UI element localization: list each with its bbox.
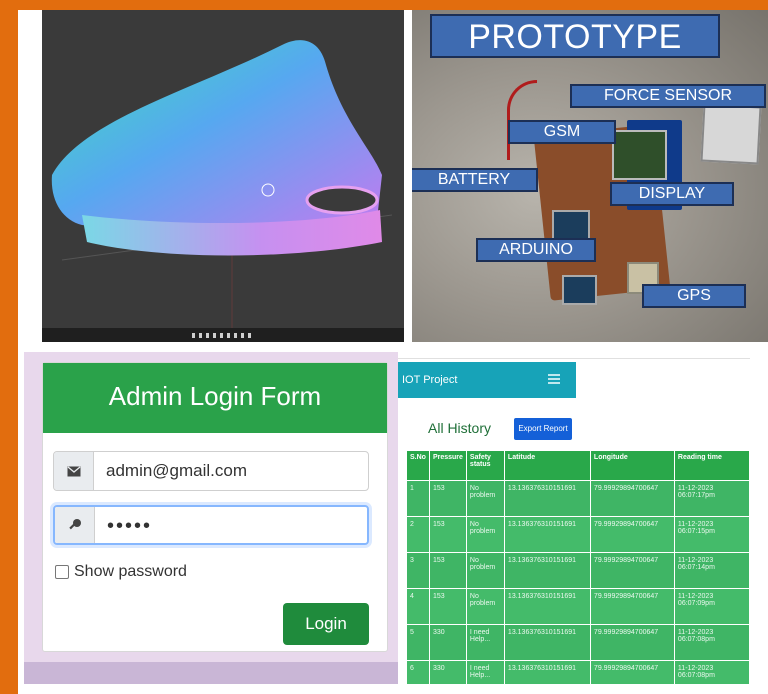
- cell: I need Help...: [465, 624, 505, 661]
- email-field[interactable]: admin@gmail.com: [53, 451, 369, 491]
- cell: 5: [406, 624, 430, 661]
- shoe-model-image: [51, 40, 393, 330]
- prototype-photo-panel: PROTOTYPE FORCE SENSOR GSM BATTERY DISPL…: [412, 10, 768, 342]
- cell: 13.136376310151691: [503, 624, 591, 661]
- cell: 330: [428, 660, 467, 684]
- cell: 153: [428, 588, 467, 625]
- table-header-row: S.No Pressure Safety status Latitude Lon…: [406, 450, 750, 481]
- col-longitude: Longitude: [589, 450, 675, 481]
- login-title: Admin Login Form: [43, 363, 387, 433]
- wifi-chip-image: [562, 275, 597, 305]
- login-page-footer: [24, 662, 400, 684]
- cell: 13.136376310151691: [503, 660, 591, 684]
- email-value: admin@gmail.com: [106, 461, 248, 480]
- timeline-bar[interactable]: [42, 328, 404, 342]
- label-force-sensor: FORCE SENSOR: [570, 84, 766, 108]
- cell: 79.99929894700647: [589, 552, 675, 589]
- cell: 11-12-2023 06:07:08pm: [673, 660, 750, 684]
- cell: 79.99929894700647: [589, 624, 675, 661]
- label-display: DISPLAY: [610, 182, 734, 206]
- cell: No problem: [465, 516, 505, 553]
- cell: 3: [406, 552, 430, 589]
- cell: 11-12-2023 06:07:15pm: [673, 516, 750, 553]
- login-panel: Admin Login Form admin@gmail.com ••••• S…: [24, 352, 400, 684]
- cell: 79.99929894700647: [589, 480, 675, 517]
- timeline-ticks: [192, 333, 252, 338]
- cell: 13.136376310151691: [503, 480, 591, 517]
- label-battery: BATTERY: [412, 168, 538, 192]
- label-gsm: GSM: [508, 120, 616, 144]
- password-value: •••••: [107, 515, 153, 537]
- cell: 1: [406, 480, 430, 517]
- iot-history-panel: IOT Project All History Export Report S.…: [398, 350, 750, 684]
- cell: 11-12-2023 06:07:14pm: [673, 552, 750, 589]
- shoe-render-panel: [42, 10, 404, 342]
- key-icon: [55, 507, 95, 543]
- show-password-label: Show password: [74, 563, 187, 580]
- cell: 153: [428, 516, 467, 553]
- cell: 79.99929894700647: [589, 516, 675, 553]
- col-reading-time: Reading time: [673, 450, 750, 481]
- cell: 330: [428, 624, 467, 661]
- cell: 6: [406, 660, 430, 684]
- display-module-image: [612, 130, 667, 180]
- col-pressure: Pressure: [428, 450, 467, 481]
- cell: 2: [406, 516, 430, 553]
- cell: I need Help...: [465, 660, 505, 684]
- cell: 153: [428, 480, 467, 517]
- history-table: S.No Pressure Safety status Latitude Lon…: [406, 450, 750, 684]
- cell: 13.136376310151691: [503, 588, 591, 625]
- envelope-icon: [54, 452, 94, 490]
- password-field[interactable]: •••••: [53, 505, 369, 545]
- cell: 11-12-2023 06:07:17pm: [673, 480, 750, 517]
- cell: No problem: [465, 552, 505, 589]
- login-button[interactable]: Login: [283, 603, 369, 645]
- force-sensor-image: [700, 103, 762, 165]
- col-safety-status: Safety status: [465, 450, 505, 481]
- cell: No problem: [465, 588, 505, 625]
- iot-nav-title[interactable]: IOT Project: [402, 374, 457, 386]
- prototype-title: PROTOTYPE: [430, 14, 720, 58]
- label-gps: GPS: [642, 284, 746, 308]
- top-divider: [398, 358, 750, 359]
- table-row: 3 153 No problem 13.136376310151691 79.9…: [406, 552, 750, 589]
- cell: 13.136376310151691: [503, 552, 591, 589]
- col-sno: S.No: [406, 450, 430, 481]
- export-report-button[interactable]: Export Report: [514, 418, 572, 440]
- table-row: 2 153 No problem 13.136376310151691 79.9…: [406, 516, 750, 553]
- cell: 11-12-2023 06:07:08pm: [673, 624, 750, 661]
- cell: 13.136376310151691: [503, 516, 591, 553]
- table-row: 1 153 No problem 13.136376310151691 79.9…: [406, 480, 750, 517]
- history-title: All History: [428, 420, 492, 436]
- table-row: 6 330 I need Help... 13.136376310151691 …: [406, 660, 750, 684]
- table-row: 5 330 I need Help... 13.136376310151691 …: [406, 624, 750, 661]
- login-card: Admin Login Form admin@gmail.com ••••• S…: [42, 362, 388, 652]
- show-password-checkbox[interactable]: [55, 565, 69, 579]
- cell: 11-12-2023 06:07:09pm: [673, 588, 750, 625]
- table-row: 4 153 No problem 13.136376310151691 79.9…: [406, 588, 750, 625]
- cell: No problem: [465, 480, 505, 517]
- cell: 4: [406, 588, 430, 625]
- cell: 153: [428, 552, 467, 589]
- col-latitude: Latitude: [503, 450, 591, 481]
- label-arduino: ARDUINO: [476, 238, 596, 262]
- cell: 79.99929894700647: [589, 588, 675, 625]
- iot-navbar: IOT Project: [398, 362, 576, 398]
- show-password-toggle[interactable]: Show password: [55, 563, 187, 581]
- menu-icon[interactable]: [548, 374, 560, 384]
- cell: 79.99929894700647: [589, 660, 675, 684]
